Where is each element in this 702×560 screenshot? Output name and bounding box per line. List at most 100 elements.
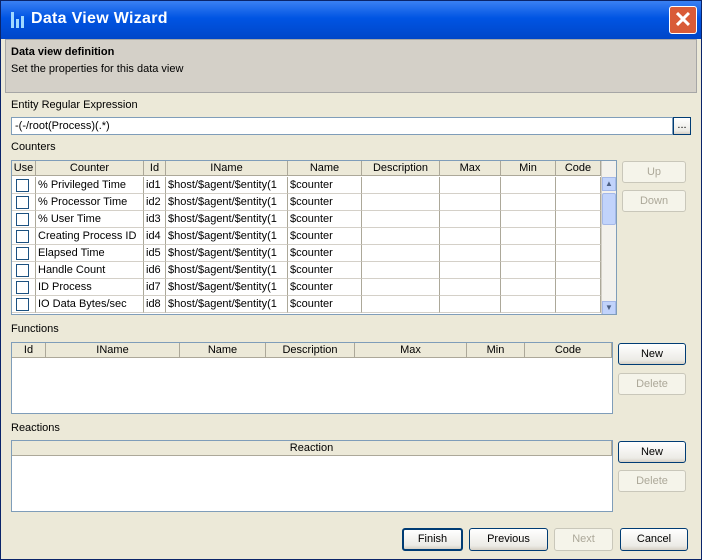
column-header[interactable]: Min [467,343,525,358]
table-cell[interactable] [501,211,556,228]
table-cell[interactable] [556,194,601,211]
use-checkbox[interactable] [16,264,29,277]
table-cell[interactable] [501,245,556,262]
use-checkbox[interactable] [16,196,29,209]
table-cell[interactable]: $counter [288,194,362,211]
column-header[interactable]: IName [46,343,180,358]
regex-browse-button[interactable]: ... [673,117,691,135]
table-cell[interactable] [362,245,440,262]
table-cell[interactable]: Elapsed Time [36,245,144,262]
table-cell[interactable]: Creating Process ID [36,228,144,245]
table-cell[interactable] [556,228,601,245]
table-cell[interactable]: id8 [144,296,166,313]
scroll-thumb[interactable] [602,193,616,225]
column-header[interactable]: Code [525,343,612,358]
use-checkbox[interactable] [16,213,29,226]
table-row[interactable]: Elapsed Time id5 $host/$agent/$entity(1 $co… [12,245,601,262]
column-header[interactable]: IName [166,161,288,176]
table-cell[interactable] [362,194,440,211]
table-cell[interactable]: Handle Count [36,262,144,279]
table-cell[interactable]: $host/$agent/$entity(1 [166,296,288,313]
table-cell[interactable] [440,262,501,279]
previous-button[interactable]: Previous [469,528,548,551]
counter-up-button[interactable]: Up [622,161,686,183]
use-cell[interactable] [12,177,36,194]
table-cell[interactable]: id1 [144,177,166,194]
use-cell[interactable] [12,228,36,245]
table-cell[interactable]: $host/$agent/$entity(1 [166,177,288,194]
table-cell[interactable]: id7 [144,279,166,296]
column-header[interactable]: Id [12,343,46,358]
use-checkbox[interactable] [16,247,29,260]
table-cell[interactable] [501,262,556,279]
table-cell[interactable]: $counter [288,211,362,228]
table-cell[interactable]: $host/$agent/$entity(1 [166,245,288,262]
use-checkbox[interactable] [16,281,29,294]
table-cell[interactable] [556,262,601,279]
finish-button[interactable]: Finish [402,528,463,551]
next-button[interactable]: Next [554,528,613,551]
table-cell[interactable]: $counter [288,262,362,279]
table-cell[interactable]: $counter [288,177,362,194]
regex-input[interactable]: -(-/root(Process)(.*) [11,117,673,135]
table-cell[interactable] [501,177,556,194]
table-cell[interactable] [362,279,440,296]
table-cell[interactable] [556,211,601,228]
reaction-delete-button[interactable]: Delete [618,470,686,492]
title-bar[interactable]: Data View Wizard ✕ [1,1,701,39]
table-cell[interactable]: $host/$agent/$entity(1 [166,211,288,228]
table-cell[interactable]: $host/$agent/$entity(1 [166,228,288,245]
column-header[interactable]: Code [556,161,601,176]
scroll-down-icon[interactable]: ▼ [602,301,616,314]
table-cell[interactable] [556,279,601,296]
use-cell[interactable] [12,296,36,313]
table-cell[interactable] [501,279,556,296]
table-row[interactable]: % User Time id3 $host/$agent/$entity(1 $cou… [12,211,601,228]
use-cell[interactable] [12,245,36,262]
table-cell[interactable]: id5 [144,245,166,262]
table-cell[interactable]: $counter [288,228,362,245]
table-cell[interactable]: % User Time [36,211,144,228]
use-checkbox[interactable] [16,230,29,243]
use-cell[interactable] [12,211,36,228]
column-header[interactable]: Reaction [12,441,612,456]
column-header[interactable]: Min [501,161,556,176]
use-checkbox[interactable] [16,298,29,311]
scroll-up-icon[interactable]: ▲ [602,177,616,191]
table-cell[interactable] [362,211,440,228]
table-cell[interactable]: id3 [144,211,166,228]
table-cell[interactable]: $counter [288,245,362,262]
column-header[interactable]: Description [362,161,440,176]
table-cell[interactable] [440,279,501,296]
table-cell[interactable] [440,245,501,262]
column-header[interactable]: Description [266,343,355,358]
table-cell[interactable] [362,296,440,313]
table-cell[interactable] [556,177,601,194]
table-cell[interactable]: IO Data Bytes/sec [36,296,144,313]
table-cell[interactable]: id4 [144,228,166,245]
cancel-button[interactable]: Cancel [620,528,688,551]
column-header[interactable]: Id [144,161,166,176]
table-cell[interactable] [440,296,501,313]
table-cell[interactable] [362,262,440,279]
table-cell[interactable]: $counter [288,279,362,296]
table-cell[interactable]: $host/$agent/$entity(1 [166,194,288,211]
column-header[interactable]: Name [288,161,362,176]
table-cell[interactable] [440,194,501,211]
table-cell[interactable]: id6 [144,262,166,279]
counters-scrollbar[interactable]: ▲ ▼ [601,161,616,314]
table-cell[interactable] [556,296,601,313]
close-icon[interactable]: ✕ [669,6,697,34]
table-cell[interactable] [362,177,440,194]
column-header[interactable]: Max [355,343,467,358]
table-row[interactable]: Creating Process ID id4 $host/$agent/$enti… [12,228,601,245]
column-header[interactable]: Counter [36,161,144,176]
table-cell[interactable] [440,228,501,245]
table-cell[interactable] [501,228,556,245]
table-cell[interactable] [440,177,501,194]
table-cell[interactable] [501,296,556,313]
table-row[interactable]: IO Data Bytes/sec id8 $host/$agent/$entity… [12,296,601,313]
table-cell[interactable]: $host/$agent/$entity(1 [166,279,288,296]
use-cell[interactable] [12,262,36,279]
column-header[interactable]: Name [180,343,266,358]
